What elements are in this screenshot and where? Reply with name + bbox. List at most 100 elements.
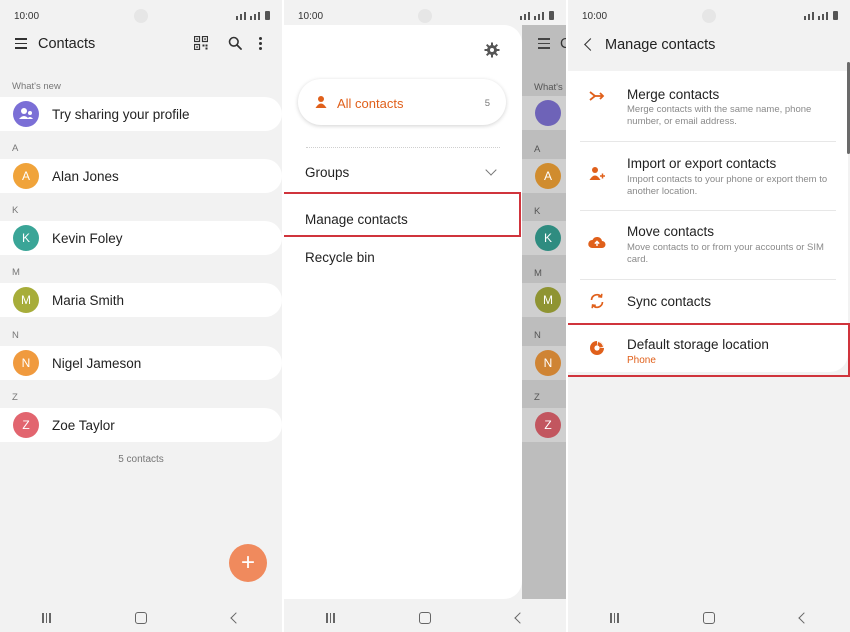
profile-share-label: Try sharing your profile [52,107,190,122]
section-header: Z [12,392,18,403]
contact-row[interactable]: K Kevin Foley [0,221,282,255]
all-contacts-count: 5 [484,98,490,109]
menu-icon[interactable] [15,38,27,52]
status-time: 10:00 [582,11,608,22]
person-icon [315,96,327,108]
page-title: Manage contacts [605,37,716,53]
recent-apps-icon[interactable] [610,613,619,623]
signal-battery-icon [520,10,554,20]
contact-name: Kevin Foley [52,231,123,246]
section-whats-new: What's [534,82,563,93]
contact-row[interactable]: A Alan Jones [0,159,282,193]
contacts-screen: 10:00 Contacts What's new Try sharing yo… [0,0,282,632]
navigation-drawer: All contacts 5 Groups Manage contacts Re… [284,25,522,599]
item-description: Move contacts to or from your accounts o… [627,242,824,265]
merge-icon [589,91,605,101]
default-storage-highlight [568,323,850,377]
status-time: 10:00 [298,11,324,22]
recent-apps-icon[interactable] [42,613,51,623]
all-contacts-label: All contacts [337,96,404,111]
avatar: M [535,287,561,313]
item-description: Merge contacts with the same name, phone… [627,104,812,127]
avatar: N [535,350,561,376]
avatar: Z [13,412,39,438]
contact-row[interactable]: Z Zoe Taylor [0,408,282,442]
contact-row[interactable]: M Maria Smith [0,283,282,317]
avatar: Z [535,412,561,438]
avatar: A [535,163,561,189]
groups-item[interactable]: Groups [305,165,349,180]
camera-cutout [418,9,432,23]
background-row [522,96,566,130]
avatar: K [535,225,561,251]
manage-contacts-highlight [284,192,521,237]
manage-contacts-screen: 10:00 Manage contacts Merge contacts Mer… [568,0,850,632]
sync-icon [590,293,604,309]
contact-name: Maria Smith [52,293,125,308]
move-contacts-item[interactable]: Move contacts Move contacts to or from y… [568,210,848,279]
section-header: A [12,143,19,154]
background-row: K [522,221,566,255]
profile-share-icon [13,101,39,127]
avatar: K [13,225,39,251]
item-title: Sync contacts [627,294,712,309]
import-export-icon [589,167,605,180]
contact-name: Zoe Taylor [52,418,115,433]
contact-count: 5 contacts [118,454,164,465]
contact-row[interactable]: N Nigel Jameson [0,346,282,380]
section-header: K [534,206,541,217]
item-title: Merge contacts [627,87,720,102]
status-bar: 10:00 [0,0,282,30]
search-icon[interactable] [228,36,242,50]
item-title: Import or export contacts [627,156,777,171]
more-options-icon[interactable] [259,37,263,52]
signal-battery-icon [804,10,838,20]
chevron-down-icon[interactable] [485,164,497,176]
section-header: N [534,330,541,341]
background-title-fragment: C [560,36,566,52]
avatar: M [13,287,39,313]
navigation-bar [0,604,282,632]
divider [306,147,500,148]
avatar: N [13,350,39,376]
dimmed-background[interactable]: C What's A A K K M M N N Z Z [522,25,566,599]
section-header: M [534,268,542,279]
app-bar: Contacts [0,30,282,58]
settings-gear-icon[interactable] [484,42,500,58]
all-contacts-item[interactable]: All contacts 5 [298,79,506,125]
recycle-bin-item[interactable]: Recycle bin [305,250,375,265]
section-header: A [534,144,541,155]
background-row: Z [522,408,566,442]
back-icon[interactable] [798,612,810,624]
contact-name: Nigel Jameson [52,356,142,371]
page-title: Contacts [38,36,96,52]
status-bar: 10:00 [568,0,850,30]
background-row: A [522,159,566,193]
merge-contacts-item[interactable]: Merge contacts Merge contacts with the s… [568,71,848,141]
item-description: Import contacts to your phone or export … [627,174,828,197]
home-icon[interactable] [135,612,148,624]
avatar: A [13,163,39,189]
navigation-bar [284,604,566,632]
navigation-bar [568,604,850,632]
item-title: Move contacts [627,224,715,239]
sync-contacts-item[interactable]: Sync contacts [568,279,848,324]
section-header: M [12,267,20,278]
camera-cutout [702,9,716,23]
qr-code-icon[interactable] [194,36,208,50]
background-row: M [522,283,566,317]
home-icon[interactable] [703,612,716,624]
home-icon[interactable] [419,612,432,624]
back-arrow-icon[interactable] [584,38,597,51]
menu-icon [538,38,550,52]
recent-apps-icon[interactable] [326,613,335,623]
cloud-upload-icon [588,236,606,248]
signal-battery-icon [236,10,270,20]
contact-name: Alan Jones [52,169,119,184]
back-icon[interactable] [230,612,242,624]
section-header: K [12,205,19,216]
import-export-item[interactable]: Import or export contacts Import contact… [568,141,848,210]
back-icon[interactable] [514,612,526,624]
profile-share-card[interactable]: Try sharing your profile [0,97,282,131]
add-contact-button[interactable]: + [229,544,267,582]
